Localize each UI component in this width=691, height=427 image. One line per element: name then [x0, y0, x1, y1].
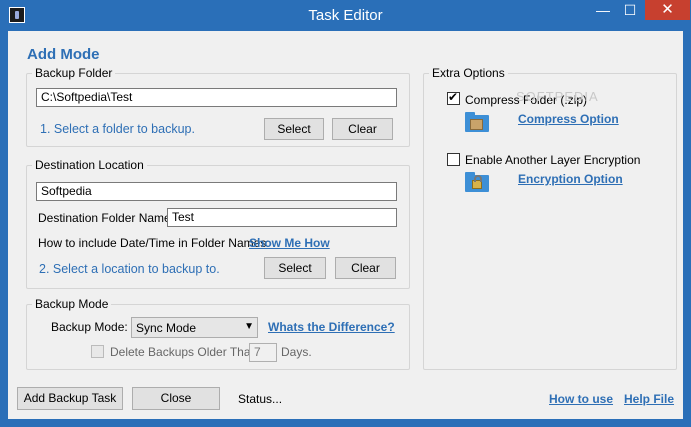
days-label: Days. — [281, 345, 312, 359]
title-bar[interactable]: Task Editor — ☐ ✕ — [0, 0, 691, 30]
backup-folder-path-input[interactable]: C:\Softpedia\Test — [36, 88, 397, 107]
date-time-label: How to include Date/Time in Folder Names… — [38, 236, 270, 250]
help-file-link[interactable]: Help File — [624, 392, 674, 406]
destination-folder-name-label: Destination Folder Name: — [38, 211, 175, 225]
status-text: Status... — [238, 392, 283, 406]
maximize-button[interactable]: ☐ — [617, 0, 643, 20]
backup-mode-group: Backup Mode Backup Mode: Sync Mode ▼ Wha… — [26, 297, 410, 370]
close-window-button[interactable]: ✕ — [645, 0, 690, 20]
backup-folder-group: Backup Folder C:\Softpedia\Test 1. Selec… — [26, 66, 410, 147]
minimize-button[interactable]: — — [590, 0, 616, 20]
backup-mode-select[interactable]: Sync Mode ▼ — [131, 317, 258, 338]
delete-older-checkbox[interactable] — [91, 345, 104, 358]
backup-folder-clear-button[interactable]: Clear — [332, 118, 393, 140]
destination-location-legend: Destination Location — [32, 158, 147, 172]
chevron-down-icon: ▼ — [244, 321, 254, 332]
backup-folder-select-button[interactable]: Select — [264, 118, 324, 140]
backup-folder-legend: Backup Folder — [32, 66, 116, 80]
compress-folder-icon — [465, 112, 489, 132]
destination-clear-button[interactable]: Clear — [335, 257, 396, 279]
encryption-option-link[interactable]: Encryption Option — [518, 172, 623, 186]
show-me-how-link[interactable]: Show Me How — [249, 236, 330, 250]
how-to-use-link[interactable]: How to use — [549, 392, 613, 406]
page-title: Add Mode — [27, 46, 100, 63]
encryption-lock-icon — [465, 172, 489, 192]
delete-older-label: Delete Backups Older Than: — [110, 345, 261, 359]
task-editor-window: Task Editor — ☐ ✕ Add Mode Backup Folder… — [0, 0, 691, 427]
whats-the-difference-link[interactable]: Whats the Difference? — [268, 320, 395, 334]
add-backup-task-button[interactable]: Add Backup Task — [17, 387, 123, 410]
destination-step-text: 2. Select a location to backup to. — [39, 262, 220, 276]
encryption-label: Enable Another Layer Encryption — [465, 153, 641, 167]
destination-select-button[interactable]: Select — [264, 257, 326, 279]
extra-options-group: Extra Options Compress Folder (.zip) Com… — [423, 66, 677, 370]
compress-folder-checkbox[interactable] — [447, 90, 460, 105]
delete-days-input[interactable]: 7 — [249, 343, 277, 362]
backup-mode-label: Backup Mode: — [51, 320, 128, 334]
client-area: Add Mode Backup Folder C:\Softpedia\Test… — [8, 31, 683, 419]
destination-folder-name-input[interactable]: Test — [167, 208, 397, 227]
extra-options-legend: Extra Options — [429, 66, 508, 80]
backup-mode-selected-value: Sync Mode — [136, 321, 197, 335]
softpedia-watermark: SOFTPEDIA — [516, 89, 599, 104]
window-title: Task Editor — [308, 7, 383, 24]
backup-mode-legend: Backup Mode — [32, 297, 112, 311]
destination-location-input[interactable]: Softpedia — [36, 182, 397, 201]
backup-folder-step-text: 1. Select a folder to backup. — [40, 122, 195, 136]
close-button[interactable]: Close — [132, 387, 220, 410]
encryption-checkbox[interactable] — [447, 153, 460, 166]
compress-option-link[interactable]: Compress Option — [518, 112, 619, 126]
destination-location-group: Destination Location Softpedia Destinati… — [26, 158, 410, 289]
